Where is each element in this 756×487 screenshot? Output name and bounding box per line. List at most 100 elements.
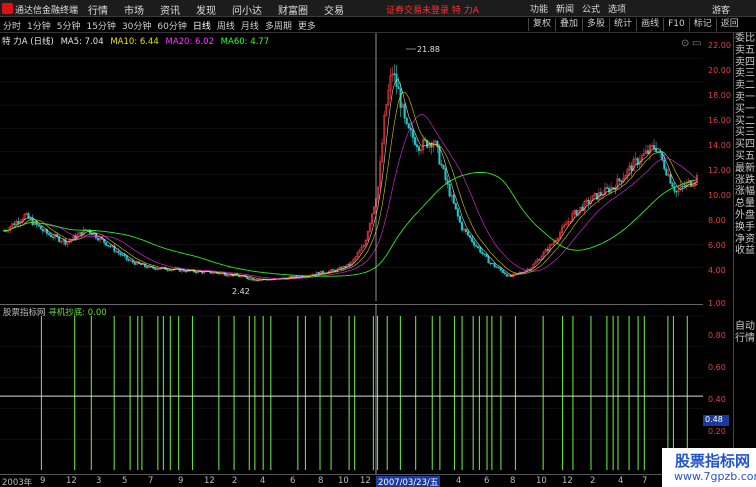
tab-intraday[interactable]: 分时	[3, 19, 21, 32]
candle-body	[587, 199, 590, 204]
tool-mark-button[interactable]: 标记	[688, 18, 716, 31]
right-menu: 功能 新闻 公式 选项	[530, 2, 634, 15]
side-item-quotes[interactable]: 行情	[734, 333, 756, 345]
x-tick: 3	[96, 476, 102, 486]
side-item[interactable]: 卖五	[734, 45, 756, 57]
tab-daily[interactable]: 日线	[193, 19, 211, 32]
x-tick: 12	[204, 476, 215, 486]
price-chart[interactable]: 21.88 2.42 ⊙ ▭	[0, 33, 703, 301]
app-title: 通达信金融终端	[15, 6, 79, 16]
menu-headlines[interactable]: 新闻	[556, 2, 574, 15]
candle-body	[127, 259, 130, 261]
menu-formula[interactable]: 公式	[582, 2, 600, 15]
y-tick: 20.00	[708, 66, 731, 75]
side-item[interactable]: 买一	[734, 104, 756, 116]
side-item[interactable]: 委比	[734, 33, 756, 45]
side-item[interactable]: 卖二	[734, 80, 756, 92]
candle-body	[444, 168, 447, 181]
x-tick: 8	[510, 476, 516, 486]
x-tick: 9	[40, 476, 46, 486]
side-item[interactable]: 卖四	[734, 57, 756, 69]
tool-restore-rights-button[interactable]: 复权	[528, 18, 555, 31]
tab-15min[interactable]: 15分钟	[86, 19, 115, 32]
guest-label[interactable]: 游客	[712, 3, 730, 16]
collapse-icon[interactable]: ▭	[692, 38, 701, 49]
tab-multi-period[interactable]: 多周期	[265, 19, 292, 32]
tab-5min[interactable]: 5分钟	[57, 19, 81, 32]
side-item[interactable]: 卖三	[734, 68, 756, 80]
candle-body	[131, 260, 134, 263]
candle-body	[454, 203, 457, 210]
candle-body	[49, 234, 53, 238]
tool-multi-stock-button[interactable]: 多股	[582, 18, 609, 31]
y-tick: 4.00	[708, 266, 726, 275]
candle-body	[332, 269, 335, 271]
candle-body	[483, 253, 486, 255]
tab-monthly[interactable]: 月线	[241, 19, 259, 32]
tab-60min[interactable]: 60分钟	[157, 19, 186, 32]
candle-body	[501, 270, 504, 273]
indicator-chart[interactable]	[0, 304, 703, 474]
side-item[interactable]: 买五	[734, 151, 756, 163]
price-y-axis: 22.00 20.00 18.00 16.00 14.00 12.00 10.0…	[703, 33, 733, 301]
candle-body	[495, 266, 498, 268]
tool-overlay-button[interactable]: 叠加	[555, 18, 582, 31]
side-item[interactable]: 涨跌	[734, 175, 756, 187]
indicator-title: 股票指标网 寻机抄底: 0.00	[3, 306, 107, 318]
candle-body	[52, 236, 55, 238]
y-tick: 14.00	[708, 141, 731, 150]
menu-ask[interactable]: 问小达	[232, 2, 262, 17]
candle-body	[407, 123, 410, 129]
candle-body	[397, 86, 400, 89]
menu-market-quotes[interactable]: 行情	[88, 2, 108, 17]
candle-body	[195, 271, 198, 273]
candle-body	[413, 137, 416, 145]
candle-body	[471, 237, 474, 242]
side-item[interactable]: 总量	[734, 198, 756, 210]
tab-weekly[interactable]: 周线	[217, 19, 235, 32]
x-tick: 12	[360, 476, 371, 486]
candle-body	[452, 194, 455, 204]
candle-body	[505, 273, 508, 277]
x-tick: 6	[290, 476, 296, 486]
tool-back-button[interactable]: 返回	[715, 18, 743, 31]
side-item[interactable]: 换手	[734, 222, 756, 234]
tool-draw-line-button[interactable]: 画线	[636, 18, 663, 31]
tab-30min[interactable]: 30分钟	[122, 19, 151, 32]
menu-discover[interactable]: 发现	[196, 2, 216, 17]
x-tick: 6	[484, 476, 490, 486]
candle-body	[503, 272, 506, 275]
side-item[interactable]: 净资	[734, 234, 756, 246]
tool-f10-button[interactable]: F10	[663, 18, 689, 31]
menu-market[interactable]: 市场	[124, 2, 144, 17]
candle-body	[39, 225, 42, 230]
tab-more[interactable]: 更多	[298, 19, 316, 32]
side-item-auto[interactable]: 自动	[734, 321, 756, 333]
candle-body	[442, 165, 445, 169]
side-item[interactable]: 收益	[734, 245, 756, 257]
menu-news[interactable]: 资讯	[160, 2, 180, 17]
side-item[interactable]: 最新	[734, 163, 756, 175]
candle-body	[538, 259, 541, 261]
chart-tools: 复权 叠加 多股 统计 画线 F10 标记 返回	[528, 18, 743, 31]
menu-function[interactable]: 功能	[530, 2, 548, 15]
candle-body	[493, 263, 496, 267]
side-item[interactable]: 外盘	[734, 210, 756, 222]
side-item[interactable]: 买二	[734, 116, 756, 128]
candle-body	[154, 267, 157, 270]
menu-trade[interactable]: 交易	[324, 2, 344, 17]
side-item[interactable]: 卖一	[734, 92, 756, 104]
side-item[interactable]: 买三	[734, 127, 756, 139]
side-item[interactable]: 买四	[734, 139, 756, 151]
menu-wealth[interactable]: 财富圈	[278, 2, 308, 17]
candle-body	[653, 145, 656, 149]
tab-1min[interactable]: 1分钟	[27, 19, 51, 32]
candle-body	[168, 269, 171, 272]
menu-options[interactable]: 选项	[608, 2, 626, 15]
tool-statistics-button[interactable]: 统计	[609, 18, 636, 31]
settings-icon[interactable]: ⊙	[681, 38, 689, 49]
candle-body	[417, 146, 421, 152]
side-item[interactable]: 涨幅	[734, 186, 756, 198]
y-tick: 0.40	[708, 395, 726, 404]
x-tick: 5	[122, 476, 128, 486]
